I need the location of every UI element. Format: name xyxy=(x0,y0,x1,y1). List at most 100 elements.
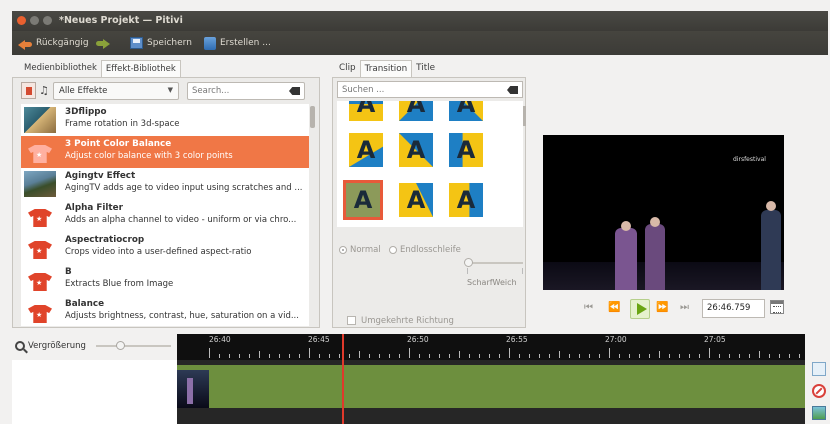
go-to-end-icon[interactable]: ⏭ xyxy=(680,302,689,313)
clear-search-icon[interactable] xyxy=(289,87,300,95)
transition-search-input[interactable]: Suchen ... xyxy=(337,81,523,98)
normal-radio[interactable] xyxy=(339,246,347,254)
transition-pane: Suchen ... A A A A A A A A A Normal Endl… xyxy=(332,77,526,328)
ruler-tick xyxy=(269,354,270,358)
tab-effect-library[interactable]: Effekt-Bibliothek xyxy=(100,60,181,77)
transition-thumbnail[interactable]: A xyxy=(349,101,383,121)
effect-library-pane: ♫ Alle Effekte ▼ Search... 3Dflippo Fram… xyxy=(12,77,320,328)
ruler-tick xyxy=(519,354,520,358)
timecode-field[interactable]: 26:46.759 xyxy=(702,299,765,318)
transition-thumbnail[interactable]: A xyxy=(449,133,483,167)
effect-name: Agingtv Effect xyxy=(65,171,136,181)
timeline-ruler[interactable]: 26:40 26:45 26:50 26:55 27:00 27:05 xyxy=(177,334,805,360)
window-titlebar: *Neues Projekt — Pitivi xyxy=(12,11,828,31)
tab-media-library[interactable]: Medienbibliothek xyxy=(20,60,101,77)
ruler-tick xyxy=(459,351,460,358)
ruler-tick xyxy=(629,354,630,358)
transition-thumbnail[interactable]: A xyxy=(449,101,483,121)
effect-name: 3Dflippo xyxy=(65,107,107,117)
play-button[interactable] xyxy=(630,299,650,319)
playback-controls: ⏮ ⏪ ⏩ ⏭ 26:46.759 xyxy=(578,298,793,320)
transition-thumbnail[interactable]: A xyxy=(399,133,433,167)
ruler-tick xyxy=(659,351,660,358)
softness-slider-handle[interactable] xyxy=(464,258,473,267)
redo-button[interactable] xyxy=(96,36,110,50)
ruler-tick xyxy=(349,354,350,358)
effect-list-scrollbar[interactable] xyxy=(310,104,315,326)
zoom-slider[interactable] xyxy=(96,341,171,350)
timeline-tracks xyxy=(177,360,805,424)
effect-category-select[interactable]: Alle Effekte ▼ xyxy=(53,82,179,100)
transition-thumbnail-selected[interactable]: A xyxy=(343,180,383,220)
delete-icon[interactable] xyxy=(812,384,826,398)
render-label: Erstellen ... xyxy=(220,38,271,48)
minimize-window-button[interactable] xyxy=(30,16,39,25)
ruler-tick xyxy=(419,354,420,358)
zoom-label: Vergrößerung xyxy=(28,341,86,351)
transition-search-placeholder: Suchen ... xyxy=(342,85,385,95)
undo-button[interactable]: Rückgängig xyxy=(18,36,89,50)
scrollbar-thumb[interactable] xyxy=(523,106,526,126)
ruler-tick xyxy=(389,354,390,358)
clip-properties-panel: Clip Transition Title Suchen ... A A A A… xyxy=(332,60,526,328)
split-clip-icon[interactable] xyxy=(812,362,826,376)
ruler-tick xyxy=(589,354,590,358)
maximize-window-button[interactable] xyxy=(43,16,52,25)
save-label: Speichern xyxy=(147,38,192,48)
performer-figure xyxy=(645,224,665,290)
insert-image-icon[interactable] xyxy=(812,406,826,420)
ruler-tick xyxy=(489,354,490,358)
list-item[interactable]: B Extracts Blue from Image xyxy=(21,264,309,296)
ruler-tick xyxy=(479,354,480,358)
fast-forward-icon[interactable]: ⏩ xyxy=(656,302,668,313)
transition-thumbnail[interactable]: A xyxy=(449,183,483,217)
audio-effects-toggle-icon[interactable]: ♫ xyxy=(39,85,49,97)
video-clip[interactable] xyxy=(177,365,805,408)
transition-thumbnail[interactable]: A xyxy=(399,183,433,217)
transition-thumbnail[interactable]: A xyxy=(399,101,433,121)
ruler-tick xyxy=(229,354,230,358)
ruler-label: 26:40 xyxy=(209,335,231,344)
save-button[interactable]: Speichern xyxy=(130,36,192,50)
ruler-tick xyxy=(599,354,600,358)
softness-slider[interactable] xyxy=(464,258,523,267)
tab-clip[interactable]: Clip xyxy=(335,60,360,77)
ruler-tick xyxy=(329,354,330,358)
render-button[interactable]: Erstellen ... xyxy=(204,36,271,50)
effect-name: Alpha Filter xyxy=(65,203,123,213)
performer-figure xyxy=(615,228,637,290)
ruler-tick xyxy=(369,354,370,358)
ruler-tick xyxy=(509,348,510,358)
fullscreen-icon[interactable] xyxy=(770,300,784,314)
list-item[interactable]: 3 Point Color Balance Adjust color balan… xyxy=(21,136,309,168)
scrollbar-thumb[interactable] xyxy=(310,106,315,128)
go-to-start-icon[interactable]: ⏮ xyxy=(584,302,593,313)
list-item[interactable]: 3Dflippo Frame rotation in 3d-space xyxy=(21,104,309,136)
loop-radio[interactable] xyxy=(389,246,397,254)
playhead[interactable] xyxy=(342,334,344,424)
tab-title[interactable]: Title xyxy=(412,60,439,77)
tab-transition[interactable]: Transition xyxy=(359,60,413,77)
transition-thumbnail[interactable]: A xyxy=(349,133,383,167)
video-effects-toggle-icon[interactable] xyxy=(21,82,36,99)
clear-search-icon[interactable] xyxy=(507,86,518,94)
clip-tabs: Clip Transition Title xyxy=(335,60,439,77)
render-icon xyxy=(204,36,216,50)
list-item[interactable]: Balance Adjusts brightness, contrast, hu… xyxy=(21,296,309,326)
ruler-tick xyxy=(709,348,710,358)
list-item[interactable]: Alpha Filter Adds an alpha channel to vi… xyxy=(21,200,309,232)
ruler-tick xyxy=(549,354,550,358)
list-item[interactable]: Aspectratiocrop Crops video into a user-… xyxy=(21,232,309,264)
ruler-tick xyxy=(719,354,720,358)
reverse-direction-checkbox[interactable] xyxy=(347,316,356,325)
effect-search-input[interactable]: Search... xyxy=(187,82,305,100)
list-item[interactable]: Agingtv Effect AgingTV adds age to video… xyxy=(21,168,309,200)
rewind-icon[interactable]: ⏪ xyxy=(608,302,620,313)
ruler-tick xyxy=(639,354,640,358)
transition-grid-scrollbar[interactable] xyxy=(523,102,526,224)
effect-category-value: Alle Effekte xyxy=(59,86,108,96)
undo-label: Rückgängig xyxy=(36,38,89,48)
ruler-label: 27:05 xyxy=(704,335,726,344)
close-window-button[interactable] xyxy=(17,16,26,25)
zoom-slider-handle[interactable] xyxy=(116,341,125,350)
